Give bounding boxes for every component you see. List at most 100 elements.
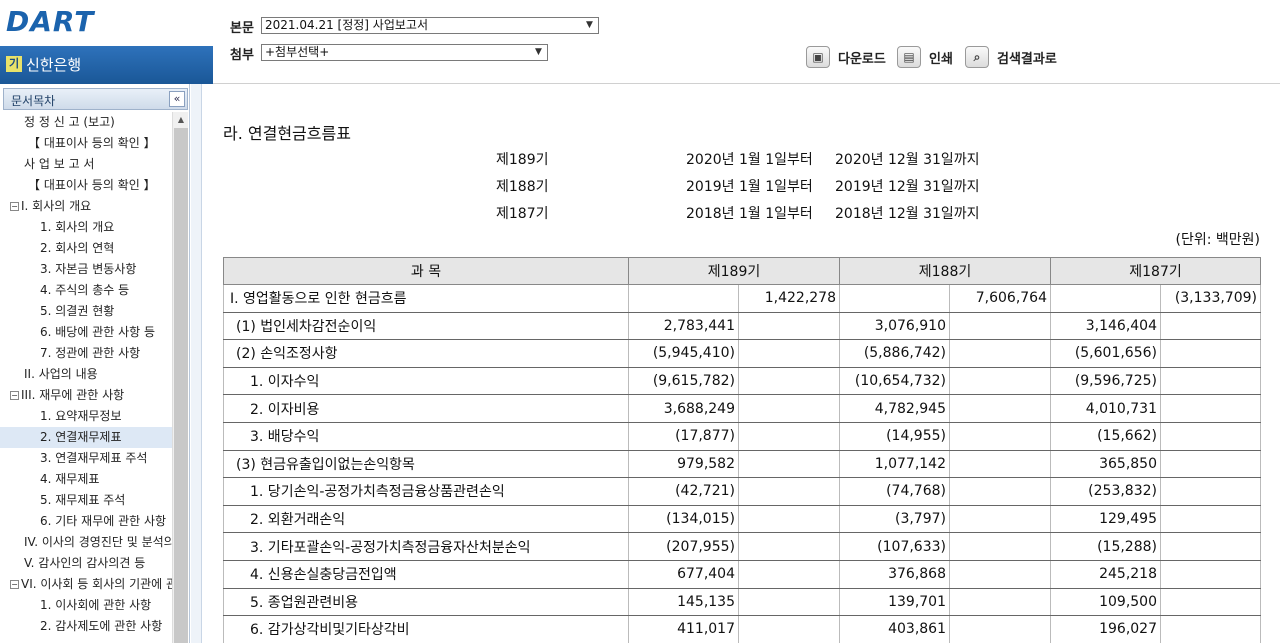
toc-header: 문서목차 « [3, 88, 188, 110]
chevron-down-icon: ▼ [535, 47, 542, 57]
table-row: (3) 현금유출입이없는손익항목 979,582 1,077,142 365,850 [223, 449, 1261, 479]
panel-divider [191, 84, 201, 643]
table-cell-value: (42,721) [628, 477, 739, 506]
toc-item[interactable]: −VI. 이사회 등 회사의 기관에 관한 사항 [0, 574, 172, 595]
toc-item[interactable]: 4. 재무제표 [0, 469, 172, 490]
toc-item[interactable]: V. 감사인의 감사의견 등 [0, 553, 172, 574]
table-cell-value: 4,782,945 [839, 394, 950, 423]
table-cell-value: 3,688,249 [628, 394, 739, 423]
table-cell-value: (9,615,782) [628, 366, 739, 396]
print-button[interactable]: ▤ 인쇄 [897, 46, 953, 68]
toc-item[interactable]: 7. 정관에 관한 사항 [0, 343, 172, 364]
toc-item[interactable]: 사 업 보 고 서 [0, 154, 172, 175]
table-cell-value [1160, 615, 1261, 643]
toc-item[interactable]: 3. 자본금 변동사항 [0, 259, 172, 280]
table-cell-value: (5,601,656) [1050, 339, 1161, 368]
table-cell-item: 1. 당기손익-공정가치측정금융상품관련손익 [223, 477, 629, 506]
table-row: 2. 이자비용 3,688,249 4,782,945 4,010,731 [223, 394, 1261, 423]
table-cell-value: (134,015) [628, 504, 739, 534]
logo-text: DART [6, 5, 95, 38]
table-cell-value: (9,596,725) [1050, 366, 1161, 396]
download-button[interactable]: ▣ 다운로드 [806, 46, 886, 68]
table-cell-value: (253,832) [1050, 477, 1161, 506]
toc-item[interactable]: 1. 회사의 개요 [0, 217, 172, 238]
toc-scrollbar[interactable]: ▲ [172, 112, 188, 643]
table-cell-item: Ⅰ. 영업활동으로 인한 현금흐름 [223, 284, 629, 313]
table-cell-value [949, 311, 1051, 341]
download-label: 다운로드 [838, 51, 886, 67]
table-cell-value: 3,146,404 [1050, 311, 1161, 341]
dart-logo[interactable]: DART [0, 0, 213, 46]
collapse-toggle-icon[interactable]: − [10, 391, 19, 400]
table-cell-value: (10,654,732) [839, 366, 950, 396]
toc-item[interactable]: 2. 연결재무제표 [0, 427, 172, 448]
header-fy188: 제188기 [839, 257, 1051, 285]
toc-item[interactable]: 5. 재무제표 주석 [0, 490, 172, 511]
table-row: 2. 외환거래손익 (134,015) (3,797) 129,495 [223, 504, 1261, 534]
toc-list: 정 정 신 고 (보고) 【 대표이사 등의 확인 】 사 업 보 고 서 【 대표이… [0, 112, 172, 643]
table-cell-value: (5,945,410) [628, 339, 739, 368]
attach-value: +첨부선택+ [265, 45, 330, 59]
table-cell-value [1160, 477, 1261, 506]
table-cell-value: (3,797) [839, 504, 950, 534]
table-cell-value [1160, 449, 1261, 479]
company-type-icon: 기 [6, 56, 22, 72]
search-results-label: 검색결과로 [997, 51, 1057, 67]
table-cell-value [949, 366, 1051, 396]
main-doc-label: 본문 [230, 21, 254, 36]
toc-item[interactable]: − III. 재무에 관한 사항 [0, 385, 172, 406]
toc-item-label: 2. 회사의 연혁 [40, 241, 115, 255]
toc-item[interactable]: 정 정 신 고 (보고) [0, 112, 172, 133]
toc-item-label: 2. 연결재무제표 [40, 430, 122, 444]
toc-item-label: 1. 회사의 개요 [40, 220, 115, 234]
toc-item[interactable]: − I. 회사의 개요 [0, 196, 172, 217]
toc-sidebar: 문서목차 « 정 정 신 고 (보고) 【 대표이사 등의 확인 】 사 업 보 고… [0, 84, 190, 643]
toc-item[interactable]: 2. 감사제도에 관한 사항 [0, 616, 172, 637]
table-row: 1. 이자수익 (9,615,782) (10,654,732) (9,596,725… [223, 366, 1261, 396]
search-results-button[interactable]: ⌕ 검색결과로 [965, 46, 1057, 68]
scroll-up-arrow-icon[interactable]: ▲ [173, 112, 189, 128]
table-row: 6. 감가상각비및기타상각비 411,017 403,861 196,027 [223, 615, 1261, 643]
table-row: 1. 당기손익-공정가치측정금융상품관련손익 (42,721) (74,768) (2… [223, 477, 1261, 506]
table-cell-value [628, 284, 739, 313]
toc-item[interactable]: 2. 회사의 연혁 [0, 238, 172, 259]
toc-item[interactable]: 【 대표이사 등의 확인 】 [0, 175, 172, 196]
table-cell-value: 3,076,910 [839, 311, 950, 341]
collapse-toggle-icon[interactable]: − [10, 202, 19, 211]
table-cell-value [949, 421, 1051, 451]
table-cell-value: 677,404 [628, 559, 739, 589]
toc-item[interactable]: 【 대표이사 등의 확인 】 [0, 133, 172, 154]
period-to: 2019년 12월 31일까지 [835, 179, 980, 195]
table-cell-value: (17,877) [628, 421, 739, 451]
table-cell-value [738, 559, 840, 589]
attach-select[interactable]: +첨부선택+ ▼ [261, 44, 548, 61]
toc-item-label: 6. 기타 재무에 관한 사항 [40, 514, 167, 528]
toc-item[interactable]: 5. 의결권 현황 [0, 301, 172, 322]
table-cell-item: 5. 종업원관련비용 [223, 587, 629, 617]
toc-item[interactable]: 1. 요약재무정보 [0, 406, 172, 427]
toc-item[interactable]: 1. 이사회에 관한 사항 [0, 595, 172, 616]
toc-item[interactable]: 4. 주식의 총수 등 [0, 280, 172, 301]
main-doc-select[interactable]: 2021.04.21 [정정] 사업보고서 ▼ [261, 17, 599, 34]
toc-item[interactable]: 3. 연결재무제표 주석 [0, 448, 172, 469]
table-cell-value: 129,495 [1050, 504, 1161, 534]
table-cell-value: (107,633) [839, 532, 950, 561]
toc-item-label: 【 대표이사 등의 확인 】 [28, 136, 156, 150]
toc-item[interactable]: II. 사업의 내용 [0, 364, 172, 385]
toc-item[interactable]: 6. 기타 재무에 관한 사항 [0, 511, 172, 532]
period-to: 2020년 12월 31일까지 [835, 152, 980, 168]
table-cell-value [738, 311, 840, 341]
toc-item-label: 5. 재무제표 주석 [40, 493, 126, 507]
toc-item[interactable]: 6. 배당에 관한 사항 등 [0, 322, 172, 343]
table-cell-value [738, 504, 840, 534]
collapse-toggle-icon[interactable]: − [10, 580, 19, 589]
toc-item-label: 【 대표이사 등의 확인 】 [28, 178, 156, 192]
toc-item[interactable]: IV. 이사의 경영진단 및 분석의견 [0, 532, 172, 553]
section-title: 라. 연결현금흐름표 [223, 124, 351, 143]
toc-item-label: 4. 주식의 총수 등 [40, 283, 130, 297]
chevron-down-icon: ▼ [586, 20, 593, 30]
table-cell-value: (74,768) [839, 477, 950, 506]
table-cell-value [1160, 394, 1261, 423]
collapse-sidebar-icon[interactable]: « [169, 91, 185, 107]
scroll-thumb[interactable] [174, 128, 188, 643]
